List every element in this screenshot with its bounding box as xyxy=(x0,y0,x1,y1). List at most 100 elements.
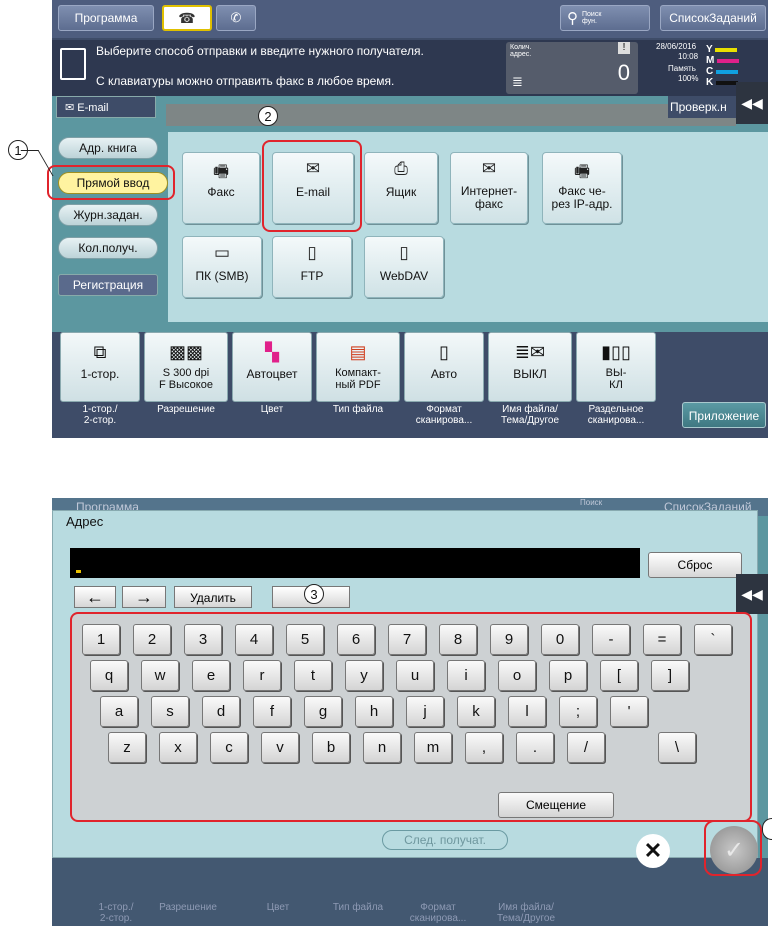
program-button[interactable]: Программа xyxy=(58,5,154,31)
key-1-2[interactable]: e xyxy=(192,660,230,691)
key-1-10[interactable]: [ xyxy=(600,660,638,691)
key-3-4[interactable]: b xyxy=(312,732,350,763)
collapse-button-2[interactable]: ◀◀ xyxy=(736,574,768,614)
fax-dest-label: Факс xyxy=(207,185,235,199)
key-3-0[interactable]: z xyxy=(108,732,146,763)
job-history-button[interactable]: Журн.задан. xyxy=(58,204,158,226)
duplex-option[interactable]: ⧉ 1-стор. xyxy=(60,332,140,402)
key-2-4[interactable]: g xyxy=(304,696,342,727)
file-type-option[interactable]: ▤ Компакт- ный PDF xyxy=(316,332,400,402)
callout-1-line xyxy=(20,150,54,176)
address-book-button[interactable]: Адр. книга xyxy=(58,137,158,159)
search-function-button[interactable]: ⚲ Поиск фун. xyxy=(560,5,650,31)
key-0-0[interactable]: 1 xyxy=(82,624,120,655)
smb-dest-button[interactable]: ▭ ПК (SMB) xyxy=(182,236,262,298)
key-2-9[interactable]: ; xyxy=(559,696,597,727)
key-2-7[interactable]: k xyxy=(457,696,495,727)
scan-size-option[interactable]: ▯ Авто xyxy=(404,332,484,402)
key-1-6[interactable]: u xyxy=(396,660,434,691)
key-1-0[interactable]: q xyxy=(90,660,128,691)
key-2-1[interactable]: s xyxy=(151,696,189,727)
key-3-5[interactable]: n xyxy=(363,732,401,763)
handset-button[interactable]: ✆ xyxy=(216,5,256,31)
key-2-6[interactable]: j xyxy=(406,696,444,727)
key-1-8[interactable]: o xyxy=(498,660,536,691)
page-icon: ▯ xyxy=(439,342,449,362)
cursor-right-button[interactable]: → xyxy=(122,586,166,608)
key-0-7[interactable]: 8 xyxy=(439,624,477,655)
key-0-11[interactable]: = xyxy=(643,624,681,655)
key-0-3[interactable]: 4 xyxy=(235,624,273,655)
key-2-2[interactable]: d xyxy=(202,696,240,727)
key-2-3[interactable]: f xyxy=(253,696,291,727)
key-1-3[interactable]: r xyxy=(243,660,281,691)
application-button[interactable]: Приложение xyxy=(682,402,766,428)
dest-count-label: Колич. адрес. xyxy=(510,44,532,58)
key-2-8[interactable]: l xyxy=(508,696,546,727)
key-1-7[interactable]: i xyxy=(447,660,485,691)
bg-caption-2: Цвет xyxy=(266,902,290,913)
key-3-8[interactable]: . xyxy=(516,732,554,763)
multi-dest-button[interactable]: Кол.получ. xyxy=(58,237,158,259)
key-1-11[interactable]: ] xyxy=(651,660,689,691)
address-input[interactable] xyxy=(70,548,640,578)
key-0-5[interactable]: 6 xyxy=(337,624,375,655)
fax-dest-button[interactable]: 🖷 Факс xyxy=(182,152,260,224)
key-0-12[interactable]: ` xyxy=(694,624,732,655)
next-recipient-button[interactable]: След. получат. xyxy=(382,830,508,850)
key-3-3[interactable]: v xyxy=(261,732,299,763)
key-1-1[interactable]: w xyxy=(141,660,179,691)
key-2-10[interactable]: ' xyxy=(610,696,648,727)
shift-button[interactable]: Смещение xyxy=(498,792,614,818)
key-0-10[interactable]: - xyxy=(592,624,630,655)
collapse-button[interactable]: ◀◀ xyxy=(736,82,768,124)
filename-caption: Имя файла/ Тема/Другое xyxy=(500,404,560,426)
registration-button[interactable]: Регистрация xyxy=(58,274,158,296)
cancel-button[interactable] xyxy=(638,730,639,731)
key-3-7[interactable]: , xyxy=(465,732,503,763)
separate-scan-value: ВЫ- КЛ xyxy=(605,367,627,391)
fax-hook-button[interactable]: ☎ xyxy=(162,5,212,31)
message-line-2: С клавиатуры можно отправить факс в любо… xyxy=(96,74,395,88)
ip-fax-dest-button[interactable]: 🖷 Факс че- рез IP-адр. xyxy=(542,152,622,224)
message-line-1: Выберите способ отправки и введите нужно… xyxy=(96,44,424,58)
ftp-icon: ▯ xyxy=(307,243,317,262)
delete-button[interactable]: Удалить xyxy=(174,586,252,608)
reset-button[interactable]: Сброс xyxy=(648,552,742,578)
key-3-10[interactable]: \ xyxy=(658,732,696,763)
key-2-0[interactable]: a xyxy=(100,696,138,727)
key-3-9[interactable]: / xyxy=(567,732,605,763)
ip-fax-dest-label: Факс че- рез IP-адр. xyxy=(551,184,613,211)
key-0-6[interactable]: 7 xyxy=(388,624,426,655)
ftp-dest-button[interactable]: ▯ FTP xyxy=(272,236,352,298)
scan-size-value: Авто xyxy=(430,367,458,381)
key-3-2[interactable]: c xyxy=(210,732,248,763)
job-list-button[interactable]: СписокЗаданий xyxy=(660,5,766,31)
key-3-6[interactable]: m xyxy=(414,732,452,763)
key-3-1[interactable]: x xyxy=(159,732,197,763)
file-type-value: Компакт- ный PDF xyxy=(335,367,381,391)
color-option[interactable]: ▚ Автоцвет xyxy=(232,332,312,402)
search-function-label: Поиск фун. xyxy=(582,11,602,25)
key-1-5[interactable]: y xyxy=(345,660,383,691)
separate-scan-option[interactable]: ▮▯▯ ВЫ- КЛ xyxy=(576,332,656,402)
resolution-option[interactable]: ▩▩ S 300 dpi F Высокое xyxy=(144,332,228,402)
cursor-left-button[interactable]: ← xyxy=(74,586,116,608)
key-0-4[interactable]: 5 xyxy=(286,624,324,655)
key-0-1[interactable]: 2 xyxy=(133,624,171,655)
key-1-9[interactable]: p xyxy=(549,660,587,691)
key-0-8[interactable]: 9 xyxy=(490,624,528,655)
internet-fax-dest-button[interactable]: ✉ Интернет- факс xyxy=(450,152,528,224)
key-1-4[interactable]: t xyxy=(294,660,332,691)
tab-email[interactable]: ✉ E-mail xyxy=(56,96,156,118)
key-0-2[interactable]: 3 xyxy=(184,624,222,655)
key-2-5[interactable]: h xyxy=(355,696,393,727)
filename-option[interactable]: ≣✉ ВЫКЛ xyxy=(488,332,572,402)
address-field[interactable] xyxy=(166,104,736,126)
close-x-button[interactable]: ✕ xyxy=(636,834,670,868)
bg-caption-4: Формат сканирова... xyxy=(409,902,467,924)
box-dest-button[interactable]: ⎙ Ящик xyxy=(364,152,438,224)
scan-size-caption: Формат сканирова... xyxy=(415,404,473,426)
webdav-dest-button[interactable]: ▯ WebDAV xyxy=(364,236,444,298)
key-0-9[interactable]: 0 xyxy=(541,624,579,655)
